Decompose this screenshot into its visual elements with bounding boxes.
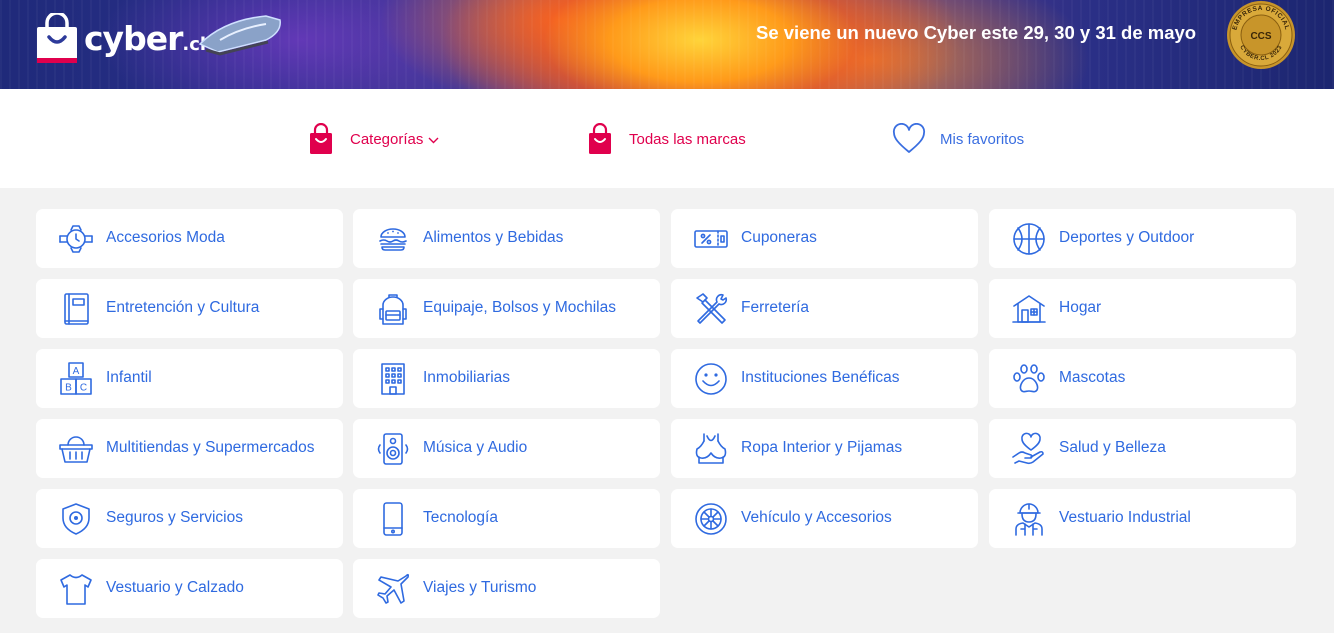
category-ferreteria[interactable]: Ferretería	[671, 279, 978, 338]
basket-icon	[59, 436, 93, 463]
cyber-logo[interactable]: cyber.cl	[36, 5, 216, 65]
category-ropa-interior-pijamas[interactable]: Ropa Interior y Pijamas	[671, 419, 978, 478]
category-label: Alimentos y Bebidas	[423, 229, 564, 246]
category-deportes-y-outdoor[interactable]: Deportes y Outdoor	[989, 209, 1296, 268]
category-label: Seguros y Servicios	[106, 509, 243, 526]
category-alimentos-y-bebidas[interactable]: Alimentos y Bebidas	[353, 209, 660, 268]
promo-text: Se viene un nuevo Cyber este 29, 30 y 31…	[756, 22, 1197, 43]
category-label: Hogar	[1059, 299, 1102, 316]
house-icon	[1012, 295, 1046, 323]
category-equipaje-bolsos-mochilas[interactable]: Equipaje, Bolsos y Mochilas	[353, 279, 660, 338]
category-label: Vestuario y Calzado	[106, 579, 244, 596]
promo-banner[interactable]: cyber.cl Se viene un nuevo Cyber este 29…	[0, 0, 1334, 89]
category-label: Vehículo y Accesorios	[741, 509, 892, 526]
coupon-icon	[694, 230, 728, 248]
category-mascotas[interactable]: Mascotas	[989, 349, 1296, 408]
speaker-icon	[377, 433, 409, 465]
paw-icon	[1013, 364, 1045, 393]
category-vehiculo-y-accesorios[interactable]: Vehículo y Accesorios	[671, 489, 978, 548]
category-label: Inmobiliarias	[423, 369, 511, 386]
svg-text:C: C	[80, 383, 87, 394]
tools-icon	[696, 293, 728, 324]
category-tecnologia[interactable]: Tecnología	[353, 489, 660, 548]
airplane-icon	[377, 573, 410, 604]
category-label: Mascotas	[1059, 369, 1126, 386]
category-label: Viajes y Turismo	[423, 579, 537, 596]
abc-blocks-icon: A B C	[60, 362, 92, 395]
shopping-bag-logo-icon	[37, 13, 77, 63]
watch-icon	[59, 225, 93, 253]
category-accesorios-moda[interactable]: Accesorios Moda	[36, 209, 343, 268]
category-label: Infantil	[106, 369, 152, 386]
svg-text:A: A	[73, 366, 80, 377]
category-label: Equipaje, Bolsos y Mochilas	[423, 299, 616, 316]
logo-wordmark: cyber.cl	[84, 19, 207, 58]
seal-center-text: CCS	[1250, 31, 1271, 42]
all-brands-link[interactable]: Todas las marcas	[587, 123, 746, 155]
category-label: Accesorios Moda	[106, 229, 225, 246]
lingerie-icon	[695, 433, 727, 464]
building-icon	[381, 363, 405, 395]
category-cuponeras[interactable]: Cuponeras	[671, 209, 978, 268]
wheel-icon	[695, 503, 727, 535]
categories-menu-button[interactable]: Categorías	[308, 123, 439, 155]
heart-hand-icon	[1012, 432, 1044, 465]
category-vestuario-y-calzado[interactable]: Vestuario y Calzado	[36, 559, 343, 618]
category-label: Vestuario Industrial	[1059, 509, 1191, 526]
category-label: Ropa Interior y Pijamas	[741, 439, 903, 456]
category-viajes-y-turismo[interactable]: Viajes y Turismo	[353, 559, 660, 618]
flying-iron-image	[198, 15, 281, 56]
category-seguros-y-servicios[interactable]: Seguros y Servicios	[36, 489, 343, 548]
category-infantil[interactable]: A B C Infantil	[36, 349, 343, 408]
svg-text:B: B	[65, 383, 72, 394]
category-vestuario-industrial[interactable]: Vestuario Industrial	[989, 489, 1296, 548]
all-brands-label: Todas las marcas	[629, 130, 746, 148]
category-label: Tecnología	[423, 509, 498, 526]
favorites-label: Mis favoritos	[940, 130, 1025, 148]
burger-icon	[379, 228, 407, 251]
smartphone-icon	[383, 502, 403, 536]
category-hogar[interactable]: Hogar	[989, 279, 1296, 338]
category-label: Ferretería	[741, 299, 810, 316]
category-musica-y-audio[interactable]: Música y Audio	[353, 419, 660, 478]
basketball-icon	[1013, 223, 1045, 255]
category-instituciones-beneficas[interactable]: Instituciones Benéficas	[671, 349, 978, 408]
top-navigation: Categorías Todas las marcas Mis favorito…	[0, 89, 1334, 188]
category-label: Entretención y Cultura	[106, 299, 260, 316]
shield-icon	[62, 503, 90, 535]
smiley-icon	[695, 363, 727, 395]
heart-icon	[892, 123, 926, 153]
category-label: Deportes y Outdoor	[1059, 229, 1195, 246]
official-seal-badge: EMPRESA OFICIAL CYBER.CL 2023 CCS	[1227, 1, 1295, 69]
category-label: Instituciones Benéficas	[741, 369, 900, 386]
category-multitiendas-supermercados[interactable]: Multitiendas y Supermercados	[36, 419, 343, 478]
category-label: Música y Audio	[423, 439, 528, 456]
category-entretencion-y-cultura[interactable]: Entretención y Cultura	[36, 279, 343, 338]
category-label: Salud y Belleza	[1059, 439, 1166, 456]
backpack-icon	[379, 294, 407, 325]
category-salud-y-belleza[interactable]: Salud y Belleza	[989, 419, 1296, 478]
category-inmobiliarias[interactable]: Inmobiliarias	[353, 349, 660, 408]
favorites-link[interactable]: Mis favoritos	[892, 123, 1024, 155]
shopping-bag-icon	[310, 123, 332, 154]
categories-label: Categorías	[350, 130, 424, 148]
book-icon	[64, 293, 89, 325]
dropdown-pointer	[364, 180, 380, 188]
tshirt-icon	[60, 574, 92, 605]
category-label: Cuponeras	[741, 229, 817, 246]
worker-icon	[1015, 503, 1043, 536]
shopping-bag-icon	[589, 123, 611, 154]
category-label: Multitiendas y Supermercados	[106, 439, 315, 456]
chevron-down-icon	[428, 137, 439, 143]
